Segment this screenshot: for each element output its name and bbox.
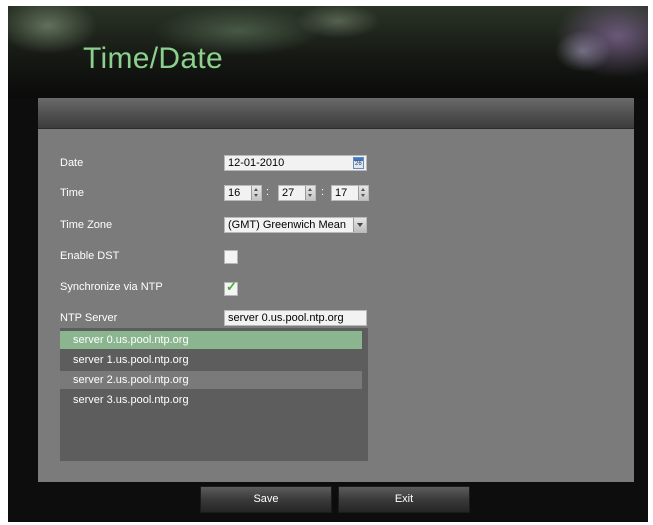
- date-value: 12-01-2010: [228, 157, 285, 169]
- date-field[interactable]: 12-01-2010 26: [224, 155, 367, 171]
- minute-stepper[interactable]: 27: [278, 185, 316, 201]
- enable-dst-label: Enable DST: [60, 250, 120, 262]
- time-date-window: Time/Date Date 12-01-2010 26 Time 16 : 2…: [8, 6, 648, 522]
- checkmark-icon: ✓: [226, 279, 237, 294]
- sync-ntp-checkbox[interactable]: ✓: [224, 279, 238, 296]
- date-label: Date: [60, 157, 84, 169]
- calendar-icon[interactable]: 26: [353, 157, 364, 169]
- exit-button[interactable]: Exit: [338, 486, 470, 513]
- settings-panel: Date 12-01-2010 26 Time 16 : 27 : 17 Tim…: [38, 98, 634, 482]
- save-button[interactable]: Save: [200, 486, 332, 513]
- page-title: Time/Date: [83, 42, 223, 75]
- list-item[interactable]: server 3.us.pool.ntp.org: [60, 391, 362, 409]
- second-value: 17: [335, 187, 348, 199]
- second-spinner-icon[interactable]: [358, 186, 368, 200]
- time-separator-1: :: [266, 186, 270, 198]
- header-banner: Time/Date: [8, 6, 648, 98]
- time-zone-label: Time Zone: [60, 219, 113, 231]
- time-zone-select[interactable]: (GMT) Greenwich Mean: [224, 217, 367, 233]
- minute-value: 27: [282, 187, 295, 199]
- list-item[interactable]: server 2.us.pool.ntp.org: [60, 371, 362, 389]
- dropdown-arrow-icon[interactable]: [353, 218, 366, 232]
- enable-dst-checkbox[interactable]: [224, 250, 238, 264]
- time-zone-value: (GMT) Greenwich Mean: [228, 219, 346, 231]
- second-stepper[interactable]: 17: [331, 185, 369, 201]
- list-item[interactable]: server 0.us.pool.ntp.org: [60, 331, 362, 349]
- time-separator-2: :: [321, 186, 325, 198]
- ntp-server-input[interactable]: server 0.us.pool.ntp.org: [224, 310, 367, 326]
- list-item[interactable]: server 1.us.pool.ntp.org: [60, 351, 362, 369]
- time-label: Time: [60, 187, 85, 199]
- ntp-server-label: NTP Server: [60, 312, 118, 324]
- panel-header: [38, 98, 634, 129]
- sync-ntp-label: Synchronize via NTP: [60, 281, 163, 293]
- hour-spinner-icon[interactable]: [251, 186, 261, 200]
- hour-stepper[interactable]: 16: [224, 185, 262, 201]
- minute-spinner-icon[interactable]: [305, 186, 315, 200]
- ntp-server-list: server 0.us.pool.ntp.org server 1.us.poo…: [60, 328, 368, 461]
- hour-value: 16: [228, 187, 241, 199]
- calendar-day: 26: [355, 161, 362, 167]
